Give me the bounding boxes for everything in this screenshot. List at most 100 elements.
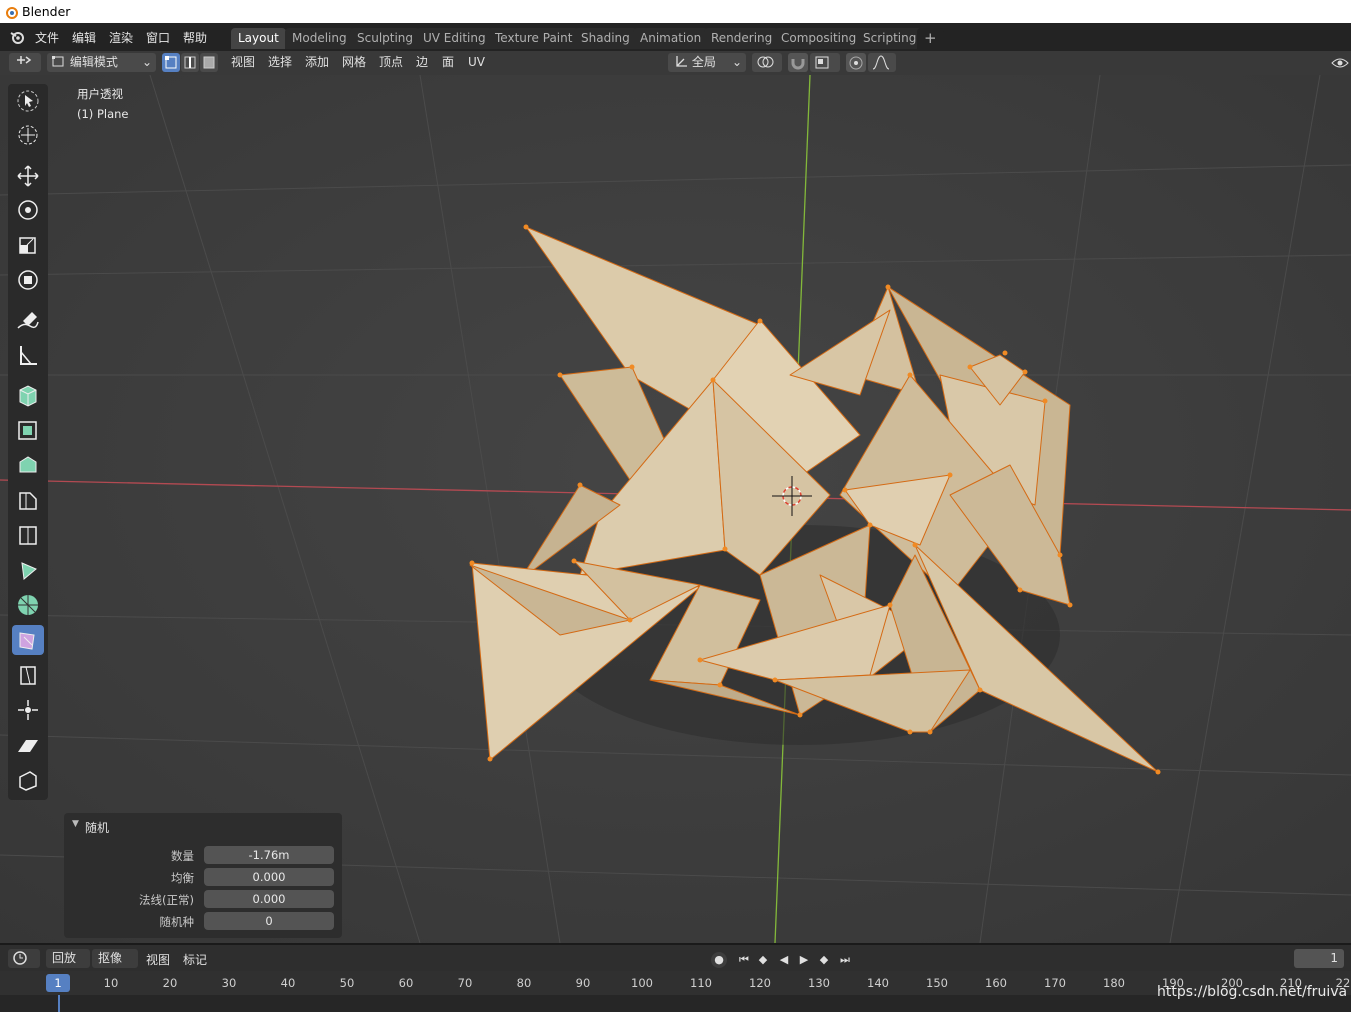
cursor-icon (18, 125, 38, 145)
seed-field[interactable]: 0 (204, 912, 334, 930)
play-icon[interactable]: ▶ (796, 952, 812, 968)
menu-mesh[interactable]: 网格 (342, 53, 366, 72)
blender-menu-icon[interactable] (9, 29, 27, 45)
visibility-button[interactable] (1330, 53, 1350, 72)
timeline-editor-type[interactable] (8, 949, 40, 968)
spin-icon (18, 595, 38, 615)
tab-uv-editing[interactable]: UV Editing (416, 28, 493, 49)
tool-edge-slide[interactable] (12, 660, 44, 690)
amount-field[interactable]: -1.76m (204, 846, 334, 864)
tool-spin[interactable] (12, 590, 44, 620)
tab-modeling[interactable]: Modeling (285, 28, 354, 49)
playback-dropdown[interactable]: 回放 ⌄ (46, 949, 90, 984)
timeline-menu-view[interactable]: 视图 (146, 951, 170, 970)
window-title: Blender (22, 4, 71, 19)
menu-render[interactable]: 渲染 (109, 29, 133, 46)
menu-file[interactable]: 文件 (35, 29, 59, 46)
menu-edge[interactable]: 边 (416, 53, 428, 72)
tab-compositing[interactable]: Compositing (774, 28, 864, 49)
prev-keyframe-icon[interactable]: ◆ (755, 952, 771, 968)
play-reverse-icon[interactable]: ◀ (776, 952, 792, 968)
add-cube-icon (19, 385, 37, 407)
timeline-menu-marker[interactable]: 标记 (183, 951, 207, 970)
tool-scale[interactable] (12, 230, 44, 260)
tool-smooth[interactable] (12, 625, 44, 655)
tool-shrink-fatten[interactable] (12, 695, 44, 725)
tab-shading[interactable]: Shading (574, 28, 637, 49)
tool-select-box[interactable] (12, 86, 44, 116)
timeline-ruler[interactable]: 1 10 20 30 40 50 60 70 80 90 100 110 120… (0, 971, 1351, 995)
tab-scripting[interactable]: Scripting (856, 28, 924, 49)
menu-uv[interactable]: UV (468, 53, 485, 72)
tool-rotate[interactable] (12, 195, 44, 225)
watermark: https://blog.csdn.net/fruiva (1157, 984, 1348, 1000)
uniform-field[interactable]: 0.000 (204, 868, 334, 886)
tool-bevel[interactable] (12, 485, 44, 515)
viewport-editor-icon (17, 56, 32, 64)
smooth-icon (19, 632, 35, 650)
tab-rendering[interactable]: Rendering (704, 28, 780, 49)
frame-tick: 180 (1103, 976, 1125, 990)
tool-annotate[interactable] (12, 306, 44, 336)
falloff-dropdown[interactable] (868, 53, 896, 72)
viewport-info: 用户透视 (1) Plane (77, 84, 129, 124)
tab-layout[interactable]: Layout (231, 28, 286, 49)
knife-icon (21, 562, 37, 580)
mode-label: 编辑模式 (69, 55, 118, 69)
menu-vertex[interactable]: 顶点 (379, 53, 403, 72)
editor-type-button[interactable] (9, 53, 41, 72)
jump-start-icon[interactable]: ⏮ (736, 952, 752, 968)
face-select-button[interactable] (200, 53, 218, 72)
auto-keying-button[interactable]: ● (711, 952, 727, 968)
tool-shear[interactable] (12, 730, 44, 760)
menu-view[interactable]: 视图 (231, 53, 255, 72)
tool-add-cube[interactable] (12, 380, 44, 410)
playhead-frame[interactable]: 1 (46, 974, 70, 992)
tab-animation[interactable]: Animation (633, 28, 709, 49)
menu-edit[interactable]: 编辑 (72, 29, 96, 46)
shrink-fatten-icon (18, 700, 38, 720)
tool-rip[interactable] (12, 765, 44, 795)
window-titlebar: Blender (0, 0, 1351, 23)
proportional-edit-toggle[interactable] (846, 53, 866, 72)
pivot-dropdown[interactable] (752, 53, 782, 72)
collapse-arrow-icon[interactable]: ▼ (72, 819, 79, 829)
menu-help[interactable]: 帮助 (183, 29, 207, 46)
normal-field[interactable]: 0.000 (204, 890, 334, 908)
tool-inset[interactable] (12, 450, 44, 480)
tool-extrude[interactable] (12, 415, 44, 445)
scale-icon (19, 237, 36, 254)
tool-shelf (8, 84, 48, 800)
tool-move[interactable] (12, 161, 44, 191)
edge-select-button[interactable] (181, 53, 199, 72)
add-workspace-button[interactable]: + (917, 28, 944, 49)
menu-add[interactable]: 添加 (305, 53, 329, 72)
tab-texture-paint[interactable]: Texture Paint (488, 28, 580, 49)
tab-sculpting[interactable]: Sculpting (350, 28, 421, 49)
vertex-select-button[interactable] (162, 53, 180, 72)
edge-slide-icon (20, 666, 36, 685)
tool-knife[interactable] (12, 555, 44, 585)
keying-dropdown[interactable]: 抠像 ⌄ (92, 949, 138, 984)
menu-select[interactable]: 选择 (268, 53, 292, 72)
orientation-dropdown[interactable]: 全局 ⌄ (668, 53, 746, 72)
vertex-select-icon (165, 56, 177, 69)
blender-logo-icon (6, 7, 18, 19)
tool-cursor[interactable] (12, 120, 44, 150)
frame-tick: 30 (221, 976, 237, 990)
snap-toggle[interactable] (788, 53, 808, 72)
jump-end-icon[interactable]: ⏭ (837, 952, 853, 968)
current-frame-field[interactable]: 1 (1294, 949, 1344, 968)
menu-window[interactable]: 窗口 (146, 29, 170, 46)
snap-target-dropdown[interactable] (810, 53, 840, 72)
tool-transform[interactable] (12, 265, 44, 295)
mode-dropdown[interactable]: 编辑模式 ⌄ (47, 53, 156, 72)
clock-icon (13, 951, 27, 965)
menu-face[interactable]: 面 (442, 53, 454, 72)
tool-loop-cut[interactable] (12, 520, 44, 550)
frame-tick: 170 (1044, 976, 1066, 990)
uniform-label: 均衡 (171, 871, 194, 885)
next-keyframe-icon[interactable]: ◆ (816, 952, 832, 968)
timeline-track-area[interactable] (0, 995, 1351, 1012)
tool-measure[interactable] (12, 340, 44, 370)
